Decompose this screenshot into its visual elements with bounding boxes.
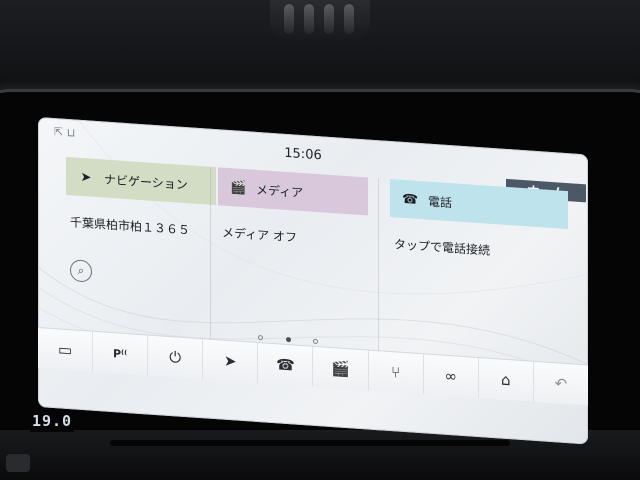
seat-icon[interactable]: ⑂ [368,350,424,395]
vent-slot [304,4,314,34]
phone-tile[interactable]: ☎ 電話 タップで電話接続 [390,178,568,339]
media-tile[interactable]: 🎬 メディア メディア オフ [218,167,368,327]
media-tile-title: メディア [256,182,304,200]
tile-divider [378,178,379,379]
vent-slot [324,4,334,34]
camera-icon[interactable]: ▭ [38,328,94,372]
console-button[interactable] [6,454,30,472]
navigation-tile-title: ナビゲーション [104,171,188,192]
clock: 15:06 [284,145,322,164]
power-icon[interactable]: ⏻ [148,335,204,380]
air-vent [270,0,370,40]
page-dot[interactable] [258,334,263,340]
navigation-arrow-icon: ➤ [80,169,92,186]
apps-connect-icon[interactable]: ∞ [423,354,479,399]
phone-icon[interactable]: ☎ [258,343,314,387]
media-clapper-icon[interactable]: 🎬 [313,346,369,391]
vent-slot [344,4,354,34]
infotainment-screen: ⇱ ⊔ 15:06 ホーム ➤ ナビゲーション 千葉県柏市柏１３６５ ⌕ 🎬 メ… [38,117,588,445]
page-dot[interactable] [313,338,318,344]
media-clapper-icon: 🎬 [230,179,247,196]
phone-connect-prompt: タップで電話接続 [394,237,491,258]
climate-temperature-display: 19.0 [30,410,74,432]
vent-slot [284,4,294,34]
tile-divider [210,166,211,367]
page-dot[interactable] [285,336,291,342]
navigation-tile[interactable]: ➤ ナビゲーション 千葉県柏市柏１３６５ [66,156,216,317]
media-status: メディア オフ [222,225,297,245]
search-icon[interactable]: ⌕ [70,259,92,283]
current-address: 千葉県柏市柏１３６５ [70,215,191,238]
console-slot [110,440,510,446]
back-icon[interactable]: ↶ [534,362,588,406]
phone-icon: ☎ [402,191,419,208]
home-icon[interactable]: ⌂ [478,358,534,402]
parking-sensor-icon[interactable]: P⁽⁽ [93,331,149,376]
phone-tile-title: 電話 [428,194,453,210]
navigation-arrow-icon[interactable]: ➤ [203,339,259,384]
screen-mode-icon: ⇱ ⊔ [54,125,76,140]
